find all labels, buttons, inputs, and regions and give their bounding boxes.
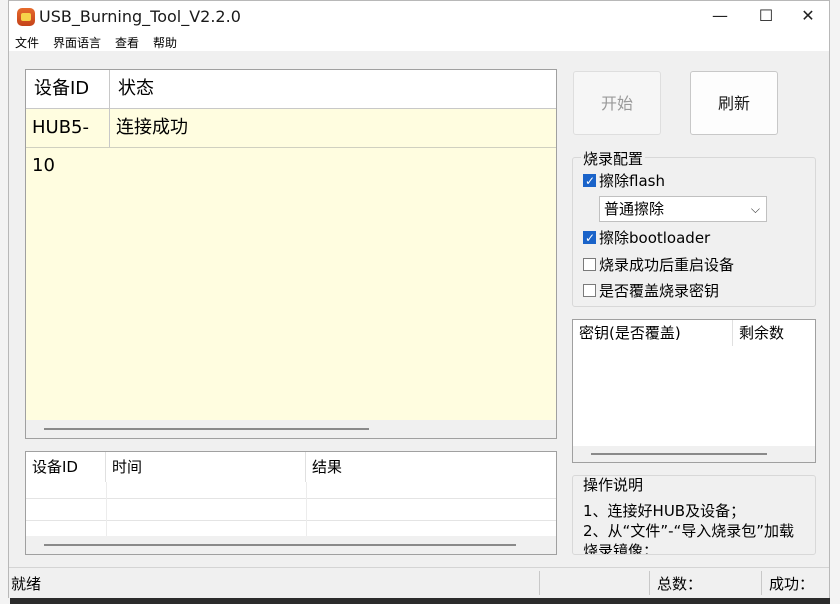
maximize-button[interactable]: ☐ [743,1,789,33]
device-status-cell: 连接成功 [116,117,188,138]
column-device-id[interactable]: 设备ID [26,452,106,482]
key-table[interactable]: 密钥(是否覆盖) 剩余数 [572,319,816,463]
success-count-label: 成功： [769,575,815,593]
column-remaining[interactable]: 剩余数 [733,320,817,346]
device-id-cell: HUB5-10 [26,109,110,176]
instructions-group: 操作说明 1、连接好HUB及设备； 2、从“文件”-“导入烧录包”加载 烧录镜像… [572,475,816,555]
status-separator [649,571,650,595]
checkbox-label: 擦除flash [599,172,665,190]
table-row[interactable]: HUB5-10 连接成功 [26,109,556,176]
start-button[interactable]: 开始 [573,71,661,135]
status-separator [761,571,762,595]
column-divider [306,482,307,536]
group-title: 操作说明 [581,476,646,495]
scrollbar-thumb[interactable] [591,453,767,455]
minimize-button[interactable]: — [697,1,743,33]
select-value: 普通擦除 [604,200,665,218]
checkbox-box[interactable] [583,227,596,249]
device-table[interactable]: 设备ID 状态 HUB5-10 连接成功 [25,69,557,439]
menu-file[interactable]: 文件 [15,34,39,51]
client-area: 设备ID 状态 HUB5-10 连接成功 设备ID 时间 结果 开始 刷新 烧录… [9,51,829,565]
column-time[interactable]: 时间 [106,452,306,482]
menu-bar: 文件 界面语言 查看 帮助 [9,33,829,51]
menu-help[interactable]: 帮助 [153,34,177,51]
checkbox-box[interactable] [583,284,596,297]
result-table[interactable]: 设备ID 时间 结果 [25,451,557,555]
device-table-scrollbar[interactable] [26,420,556,438]
title-bar[interactable]: USB_Burning_Tool_V2.2.0 — ☐ ✕ [9,1,829,33]
column-device-id[interactable]: 设备ID [26,70,110,108]
column-status[interactable]: 状态 [110,70,550,108]
instruction-line: 1、连接好HUB及设备； [583,502,746,520]
menu-language[interactable]: 界面语言 [53,34,101,51]
scrollbar-thumb[interactable] [44,544,516,546]
checkbox-label: 烧录成功后重启设备 [599,256,735,274]
refresh-button[interactable]: 刷新 [690,71,778,135]
scrollbar-thumb[interactable] [44,428,369,430]
menu-view[interactable]: 查看 [115,34,139,51]
status-separator [539,571,540,595]
status-bar: 就绪 总数： 成功： [9,567,829,598]
chevron-down-icon: ⌵ [750,202,760,216]
app-icon [17,8,35,26]
checkbox-box[interactable] [583,170,596,192]
app-window: USB_Burning_Tool_V2.2.0 — ☐ ✕ 文件 界面语言 查看… [8,0,830,598]
column-key[interactable]: 密钥(是否覆盖) [573,320,733,346]
desktop-background-right [830,0,840,604]
burn-config-group: 烧录配置 擦除flash 普通擦除 ⌵ 擦除bootloader 烧录成功后重启… [572,148,816,307]
device-table-header: 设备ID 状态 [26,70,556,109]
column-divider [106,482,107,536]
result-table-scrollbar[interactable] [26,536,556,554]
close-button[interactable]: ✕ [785,1,831,33]
key-table-scrollbar[interactable] [573,446,815,462]
erase-mode-select[interactable]: 普通擦除 ⌵ [599,196,767,222]
window-title: USB_Burning_Tool_V2.2.0 [39,7,241,26]
checkbox-label: 是否覆盖烧录密钥 [599,282,720,300]
status-text: 就绪 [11,575,42,593]
instruction-line: 2、从“文件”-“导入烧录包”加载 [583,522,795,540]
group-title: 烧录配置 [581,148,646,169]
checkbox-label: 擦除bootloader [599,229,711,247]
checkbox-box[interactable] [583,258,596,271]
instruction-line: 烧录镜像； [583,542,659,555]
column-result[interactable]: 结果 [306,452,556,482]
total-count-label: 总数： [657,575,703,593]
